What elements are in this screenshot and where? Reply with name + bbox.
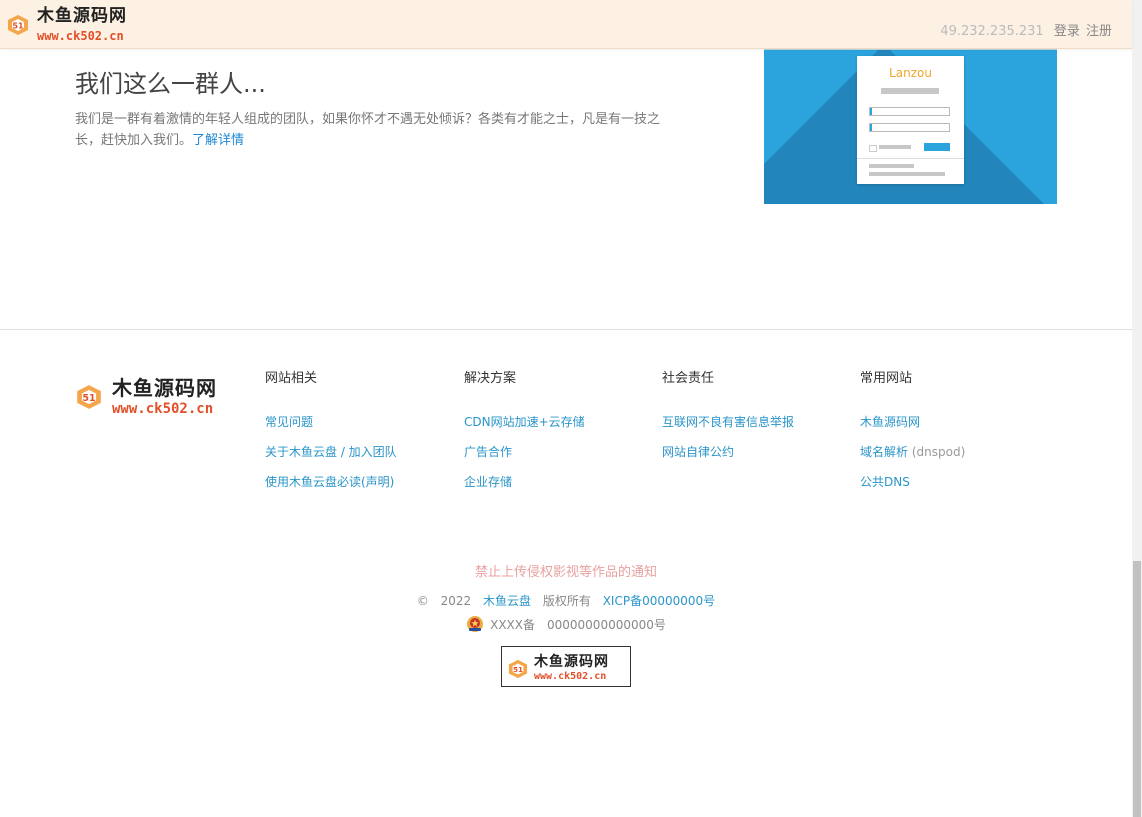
footer-link-muyu[interactable]: 木鱼源码网	[860, 415, 920, 429]
copyright-symbol: ©	[416, 594, 429, 608]
site-logo[interactable]: 51 木鱼源码网 www.ck502.cn	[7, 8, 127, 42]
lanzou-brand: Lanzou	[889, 66, 932, 80]
footer-col-title: 解决方案	[464, 371, 517, 386]
mock-button	[924, 143, 950, 151]
logo-mark-icon: 51	[7, 14, 29, 36]
footer-link-ads[interactable]: 广告合作	[464, 445, 512, 459]
footer-link-about[interactable]: 关于木鱼云盘 / 加入团队	[265, 445, 397, 459]
mock-input	[869, 123, 950, 132]
infringement-notice-link[interactable]: 禁止上传侵权影视等作品的通知	[475, 565, 657, 580]
register-link[interactable]: 注册	[1086, 24, 1112, 39]
dnspod-note: (dnspod)	[911, 445, 966, 459]
bottom-logo-url: www.ck502.cn	[534, 671, 607, 682]
footer-link-dns-resolve[interactable]: 域名解析	[860, 445, 908, 459]
footer-col-title: 常用网站	[860, 371, 913, 386]
mock-input	[869, 107, 950, 116]
footer-divider	[0, 329, 1132, 330]
footer-link-terms[interactable]: 使用木鱼云盘必读(声明)	[265, 475, 394, 489]
scrollbar-thumb[interactable]	[1133, 561, 1141, 817]
login-card-mock: Lanzou	[857, 56, 964, 184]
footer-link-public-dns[interactable]: 公共DNS	[860, 475, 910, 489]
footer-col-solutions: 解决方案 CDN网站加速+云存储 广告合作 企业存储	[464, 370, 585, 503]
footer-link-faq[interactable]: 常见问题	[265, 415, 313, 429]
footer-col-social: 社会责任 互联网不良有害信息举报 网站自律公约	[662, 370, 794, 473]
copyright-line: © 2022 木鱼云盘 版权所有 XICP备00000000号	[0, 592, 1132, 609]
hero-title: 我们这么一群人...	[75, 70, 266, 98]
police-label: XXXX备	[490, 617, 535, 632]
icp-link[interactable]: XICP备00000000号	[603, 594, 715, 608]
footer-logo[interactable]: 51 木鱼源码网 www.ck502.cn	[76, 378, 217, 416]
logo-mark-icon: 51	[508, 659, 528, 679]
hero-description: 我们是一群有着激情的年轻人组成的团队，如果你怀才不遇无处倾诉？各类有才能之士，凡…	[75, 109, 665, 151]
footer-link-report[interactable]: 互联网不良有害信息举报	[662, 415, 794, 429]
user-links: 49.232.235.231 登录 注册	[940, 20, 1112, 39]
svg-text:51: 51	[513, 665, 523, 674]
login-link[interactable]: 登录	[1054, 24, 1080, 39]
police-record: XXXX备 00000000000000号	[0, 615, 1132, 633]
svg-text:51: 51	[12, 22, 24, 31]
footer-link-cdn[interactable]: CDN网站加速+云存储	[464, 415, 585, 429]
footer-logo-name: 木鱼源码网	[112, 376, 217, 400]
site-name-link[interactable]: 木鱼云盘	[483, 594, 531, 608]
footer-col-site: 网站相关 常见问题 关于木鱼云盘 / 加入团队 使用木鱼云盘必读(声明)	[265, 370, 397, 503]
footer-col-sites: 常用网站 木鱼源码网 域名解析 (dnspod) 公共DNS	[860, 370, 965, 503]
logo-name: 木鱼源码网	[37, 6, 127, 26]
logo-url: www.ck502.cn	[37, 29, 124, 43]
ip-address: 49.232.235.231	[940, 24, 1044, 39]
police-badge-icon	[466, 615, 484, 633]
svg-text:51: 51	[82, 393, 95, 404]
footer-col-title: 社会责任	[662, 371, 715, 386]
copyright-notice: 禁止上传侵权影视等作品的通知	[0, 561, 1132, 580]
learn-more-link[interactable]: 了解详情	[192, 133, 244, 148]
police-number: 00000000000000号	[547, 617, 666, 632]
bottom-logo-badge[interactable]: 51 木鱼源码网 www.ck502.cn	[501, 646, 631, 687]
hero-desc-text: 我们是一群有着激情的年轻人组成的团队，如果你怀才不遇无处倾诉？各类有才能之士，凡…	[75, 112, 661, 148]
footer-link-convention[interactable]: 网站自律公约	[662, 445, 734, 459]
rights-text: 版权所有	[542, 594, 591, 608]
footer-link-enterprise[interactable]: 企业存储	[464, 475, 512, 489]
copyright-year: 2022	[440, 594, 472, 608]
footer-logo-url: www.ck502.cn	[112, 401, 214, 417]
bottom-logo-name: 木鱼源码网	[534, 654, 609, 670]
logo-mark-icon: 51	[76, 384, 102, 410]
footer-col-title: 网站相关	[265, 371, 318, 386]
